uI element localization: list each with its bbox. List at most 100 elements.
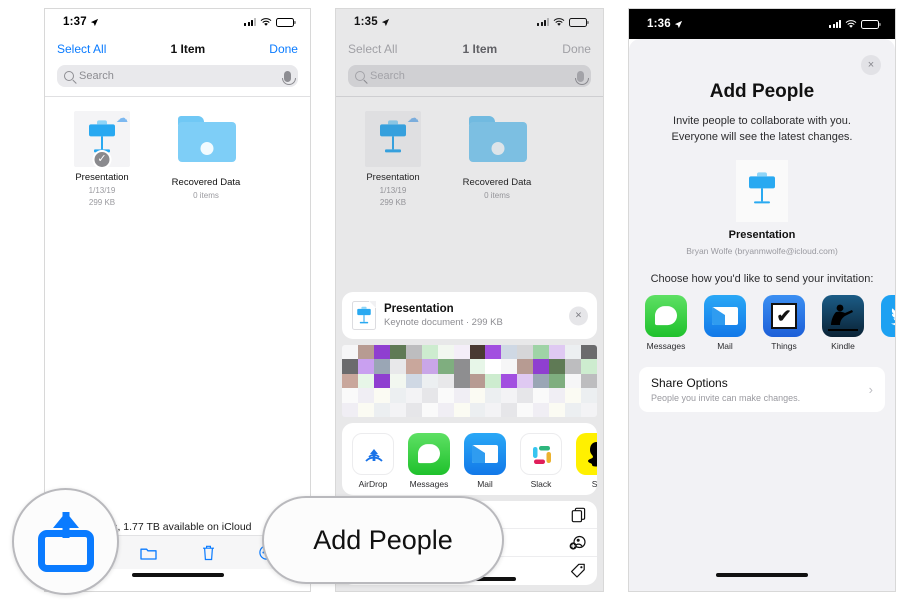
snapchat-icon bbox=[576, 433, 597, 475]
file-item-presentation[interactable]: ☁ ✓ Presentation 1/13/19 299 KB bbox=[63, 111, 141, 209]
mosaic-cell bbox=[501, 402, 518, 417]
status-time: 1:36 bbox=[647, 18, 671, 30]
invite-app-label: Messages bbox=[646, 340, 686, 351]
mosaic-cell bbox=[389, 345, 406, 360]
folder-icon[interactable] bbox=[140, 546, 158, 560]
invite-app-twitter[interactable]: T bbox=[879, 294, 895, 351]
mosaic-cell bbox=[533, 359, 550, 374]
share-doc-subtitle: Keynote document · 299 KB bbox=[384, 317, 503, 328]
search-input[interactable]: Search bbox=[57, 65, 298, 87]
mosaic-cell bbox=[405, 359, 422, 374]
choose-label: Choose how you'd like to send your invit… bbox=[650, 272, 874, 285]
invite-app-label: Kindle bbox=[831, 340, 855, 351]
mosaic-cell bbox=[421, 388, 438, 403]
status-bar: 1:36 bbox=[629, 9, 895, 39]
mosaic-cell bbox=[342, 345, 358, 360]
share-options-subtitle: People you invite can make changes. bbox=[651, 392, 801, 403]
mosaic-cell bbox=[501, 345, 518, 360]
invite-app-kindle[interactable]: Kindle bbox=[820, 294, 866, 351]
location-arrow-icon bbox=[90, 18, 98, 26]
share-app-row: AirDrop Messages Mail Slack S bbox=[342, 423, 597, 495]
mosaic-cell bbox=[565, 345, 582, 360]
share-app-label: Mail bbox=[477, 479, 493, 489]
folder-icon bbox=[178, 116, 236, 162]
mosaic-cell bbox=[517, 373, 534, 389]
mosaic-cell bbox=[373, 388, 390, 403]
folder-thumbnail bbox=[178, 116, 236, 172]
microphone-icon[interactable] bbox=[281, 70, 296, 85]
mosaic-cell bbox=[565, 373, 582, 389]
phone-panel-add-people: 1:36 × Add People Invite people to colla… bbox=[628, 8, 896, 592]
mosaic-cell bbox=[342, 388, 358, 403]
mosaic-cell bbox=[421, 359, 438, 374]
share-app-mail[interactable]: Mail bbox=[462, 433, 508, 489]
twitter-icon bbox=[881, 294, 895, 337]
mosaic-cell bbox=[469, 402, 486, 417]
mosaic-cell bbox=[405, 402, 422, 417]
search-icon bbox=[64, 71, 74, 81]
share-options-row[interactable]: Share Options People you invite can make… bbox=[639, 366, 885, 412]
copy-icon bbox=[571, 507, 586, 522]
share-app-label: AirDrop bbox=[358, 479, 388, 489]
screenshot-stage: 1:37 Select All 1 Item Done Search ☁ ✓ P… bbox=[0, 0, 900, 600]
mosaic-cell bbox=[342, 359, 358, 374]
mosaic-cell bbox=[437, 359, 454, 374]
mosaic-cell bbox=[453, 388, 470, 403]
mosaic-cell bbox=[389, 359, 406, 374]
select-all-button[interactable]: Select All bbox=[57, 42, 106, 56]
mosaic-cell bbox=[373, 373, 390, 389]
invite-app-things[interactable]: ✔ Things bbox=[761, 294, 807, 351]
close-icon[interactable]: × bbox=[861, 55, 881, 75]
share-app-slack[interactable]: Slack bbox=[518, 433, 564, 489]
invitation-app-row: Messages Mail ✔ Things Kindle bbox=[629, 294, 895, 351]
mosaic-cell bbox=[389, 373, 406, 389]
file-meta-date: 1/13/19 bbox=[88, 185, 116, 195]
mosaic-cell bbox=[469, 345, 486, 360]
invite-app-label: Things bbox=[771, 340, 797, 351]
done-button[interactable]: Done bbox=[269, 42, 298, 56]
mosaic-cell bbox=[581, 388, 597, 403]
status-time-group: 1:36 bbox=[647, 18, 683, 30]
mosaic-cell bbox=[517, 388, 534, 403]
mosaic-cell bbox=[485, 359, 502, 374]
mosaic-cell bbox=[533, 402, 550, 417]
cellular-signal-icon bbox=[829, 20, 841, 28]
file-name: Presentation bbox=[75, 172, 129, 183]
share-doc-title: Presentation bbox=[384, 303, 454, 315]
mosaic-cell bbox=[342, 373, 358, 389]
home-indicator bbox=[131, 573, 224, 577]
status-bar: 1:37 bbox=[45, 9, 310, 35]
battery-icon bbox=[276, 17, 296, 27]
chevron-right-icon: › bbox=[868, 381, 873, 397]
share-app-airdrop[interactable]: AirDrop bbox=[350, 433, 396, 489]
file-item-recovered-data[interactable]: Recovered Data 0 items bbox=[167, 111, 245, 209]
file-grid: ☁ ✓ Presentation 1/13/19 299 KB Recovere… bbox=[45, 97, 310, 209]
mosaic-cell bbox=[549, 402, 566, 417]
close-icon[interactable]: × bbox=[569, 306, 588, 325]
share-app-snapchat[interactable]: Sn bbox=[574, 433, 597, 489]
messages-icon bbox=[645, 294, 687, 337]
mosaic-cell bbox=[421, 373, 438, 389]
mosaic-cell bbox=[549, 345, 566, 360]
mosaic-cell bbox=[517, 345, 534, 360]
share-app-messages[interactable]: Messages bbox=[406, 433, 452, 489]
invite-app-mail[interactable]: Mail bbox=[702, 294, 748, 351]
status-time-group: 1:37 bbox=[63, 16, 99, 28]
mail-icon bbox=[464, 433, 506, 475]
battery-icon bbox=[861, 19, 881, 29]
invite-app-label: Mail bbox=[717, 340, 733, 351]
mail-icon bbox=[704, 294, 746, 337]
mosaic-cell bbox=[437, 345, 454, 360]
share-options-text: Share Options People you invite can make… bbox=[651, 376, 800, 403]
trash-icon[interactable] bbox=[202, 545, 215, 561]
mosaic-cell bbox=[485, 402, 502, 417]
mosaic-cell bbox=[565, 359, 582, 374]
mosaic-cell bbox=[581, 359, 597, 374]
slack-icon bbox=[520, 433, 562, 475]
nav-title: 1 Item bbox=[170, 42, 206, 56]
mosaic-cell bbox=[437, 388, 454, 403]
share-sheet-header: Presentation Keynote document · 299 KB × bbox=[342, 292, 597, 339]
mosaic-cell bbox=[517, 359, 534, 374]
invite-app-messages[interactable]: Messages bbox=[643, 294, 689, 351]
mosaic-cell bbox=[485, 345, 502, 360]
